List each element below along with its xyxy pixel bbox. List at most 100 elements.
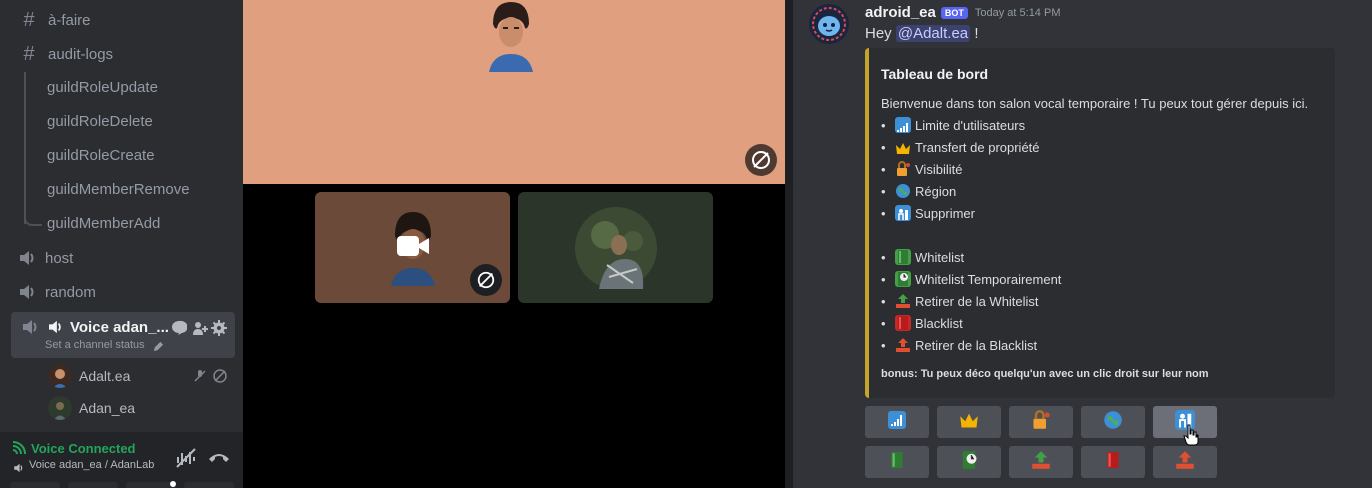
tray-up-icon <box>895 293 911 309</box>
slider-knob[interactable] <box>170 481 176 487</box>
remove-blacklist-button[interactable] <box>1153 446 1217 478</box>
whitelist-button[interactable] <box>865 446 929 478</box>
thread-guildMemberRemove[interactable]: guildMemberRemove <box>47 176 190 204</box>
list-item: • Blacklist <box>881 315 963 331</box>
lock-key-icon <box>895 161 911 177</box>
list-item: • Région <box>881 183 957 199</box>
list-item: • Whitelist <box>881 249 965 265</box>
panel-divider <box>785 0 793 488</box>
thread-guildRoleUpdate[interactable]: guildRoleUpdate <box>47 74 158 102</box>
tray-red-icon <box>895 337 911 353</box>
voice-connection-panel: Voice Connected Voice adan_ea / AdanLab <box>0 432 243 488</box>
item-label: Transfert de propriété <box>915 139 1040 155</box>
user-mention[interactable]: @Adalt.ea <box>895 25 971 42</box>
voice-channel-random[interactable]: random <box>10 277 235 307</box>
greeting-text: Hey <box>865 25 892 42</box>
avatar <box>48 396 72 420</box>
camera-off-icon[interactable] <box>745 144 777 176</box>
voice-channel-active[interactable]: Voice adan_... Set a channel status <box>11 312 235 358</box>
thread-spine <box>24 72 26 224</box>
voice-status-text[interactable]: Voice Connected <box>31 441 136 456</box>
list-item: • Retirer de la Blacklist <box>881 337 1038 353</box>
thread-guildMemberAdd[interactable]: guildMemberAdd <box>47 210 160 238</box>
video-camera-icon <box>395 234 431 263</box>
book-clock-icon <box>959 450 979 475</box>
panel-button[interactable] <box>68 482 118 488</box>
globe-icon <box>895 183 911 199</box>
item-label: Région <box>915 183 957 199</box>
signal-icon <box>12 441 26 460</box>
camera-off-icon <box>212 368 228 387</box>
panel-button[interactable] <box>184 482 234 488</box>
lock-key-icon <box>1031 409 1051 435</box>
list-item: • Transfert de propriété <box>881 139 1040 155</box>
channel-status-input[interactable]: Set a channel status <box>45 339 145 351</box>
green-book-icon <box>888 450 906 475</box>
voice-user-adan[interactable]: Adan_ea <box>48 395 135 421</box>
channel-a-faire[interactable]: # à-faire <box>10 5 235 35</box>
message-content: Hey @Adalt.ea ! <box>865 25 978 42</box>
gear-icon[interactable] <box>211 320 227 341</box>
noise-suppression-icon[interactable] <box>175 447 197 474</box>
remove-whitelist-button[interactable] <box>1009 446 1073 478</box>
participant-avatar <box>575 207 657 289</box>
blacklist-button[interactable] <box>1081 446 1145 478</box>
focused-participant-tile[interactable] <box>243 0 785 184</box>
red-book-icon <box>895 315 911 331</box>
message-timestamp: Today at 5:14 PM <box>974 6 1061 19</box>
bot-username[interactable]: adroid_ea <box>865 4 936 21</box>
message-header: adroid_ea BOT Today at 5:14 PM <box>865 4 1060 21</box>
speaker-icon <box>21 319 41 340</box>
visibility-button[interactable] <box>1009 406 1073 438</box>
hash-icon: # <box>23 42 35 65</box>
thread-guildRoleDelete[interactable]: guildRoleDelete <box>47 108 153 136</box>
avatar <box>48 364 72 388</box>
signal-bars-icon <box>895 117 911 133</box>
participant-avatar <box>481 2 541 72</box>
voice-user-adalt[interactable]: Adalt.ea <box>48 363 227 389</box>
video-stage <box>243 0 785 488</box>
green-book-icon <box>895 249 911 265</box>
chat-panel: adroid_ea BOT Today at 5:14 PM Hey @Adal… <box>793 0 1372 488</box>
user-limit-button[interactable] <box>865 406 929 438</box>
dashboard-embed: Tableau de bord Bienvenue dans ton salon… <box>865 48 1335 398</box>
crown-icon <box>895 139 911 155</box>
channel-label: host <box>45 249 74 267</box>
region-button[interactable] <box>1081 406 1145 438</box>
embed-description: Bienvenue dans ton salon vocal temporair… <box>881 96 1309 111</box>
bot-avatar[interactable] <box>809 4 849 44</box>
channel-audit-logs[interactable]: # audit-logs <box>10 39 235 69</box>
transfer-ownership-button[interactable] <box>937 406 1001 438</box>
chat-bubble-icon[interactable] <box>171 320 188 341</box>
book-clock-icon <box>895 271 911 287</box>
item-label: Whitelist <box>915 249 965 265</box>
channel-label: à-faire <box>48 11 91 29</box>
delete-button[interactable] <box>1153 406 1217 446</box>
disconnect-icon[interactable] <box>208 451 230 470</box>
whitelist-temp-button[interactable] <box>937 446 1001 478</box>
participant-tile-adalt[interactable] <box>315 192 510 303</box>
channel-label: audit-logs <box>48 45 114 63</box>
camera-off-icon[interactable] <box>470 264 502 296</box>
channel-label: random <box>45 283 96 301</box>
hash-icon: # <box>23 8 35 31</box>
list-item: • Retirer de la Whitelist <box>881 293 1039 309</box>
voice-location-text[interactable]: Voice adan_ea / AdanLab <box>29 459 154 471</box>
panel-button[interactable] <box>126 482 176 488</box>
panel-button[interactable] <box>10 482 60 488</box>
list-item: • Supprimer <box>881 205 975 221</box>
participant-tile-adan[interactable] <box>518 192 713 303</box>
crown-icon <box>959 411 979 434</box>
item-label: Supprimer <box>915 205 975 221</box>
list-item: • Whitelist Temporairement <box>881 271 1062 287</box>
speaker-icon <box>18 250 42 266</box>
voice-channel-host[interactable]: host <box>10 243 235 273</box>
user-name: Adan_ea <box>79 400 136 416</box>
item-label: Retirer de la Whitelist <box>915 293 1039 309</box>
invite-user-icon[interactable] <box>192 320 208 341</box>
muted-mic-icon <box>193 369 207 386</box>
thread-guildRoleCreate[interactable]: guildRoleCreate <box>47 142 155 170</box>
greeting-end: ! <box>974 25 979 42</box>
pencil-icon[interactable] <box>153 339 164 357</box>
list-item: • Limite d'utilisateurs <box>881 117 1026 133</box>
